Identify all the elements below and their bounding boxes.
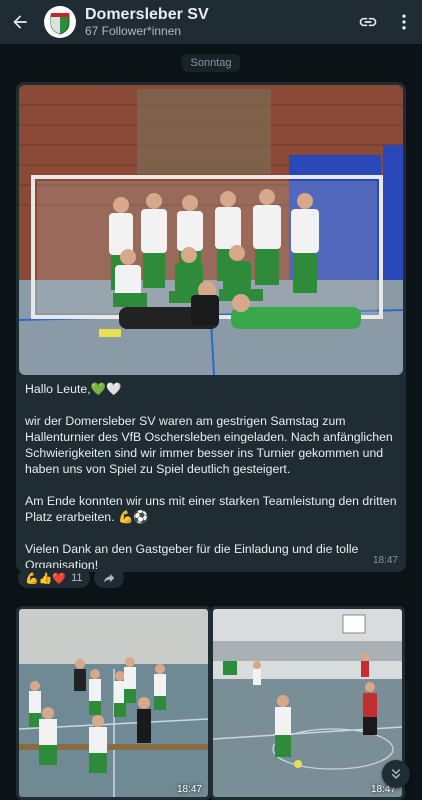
link-icon bbox=[359, 17, 377, 27]
match-photo[interactable]: 18:47 bbox=[16, 606, 211, 800]
double-chevron-down-icon bbox=[391, 769, 401, 779]
scroll-to-bottom-button[interactable] bbox=[382, 760, 410, 788]
arrow-left-icon bbox=[13, 15, 27, 29]
date-separator: Sonntag bbox=[181, 54, 241, 72]
share-link-button[interactable] bbox=[350, 0, 386, 44]
more-vertical-icon bbox=[402, 14, 406, 30]
more-options-button[interactable] bbox=[386, 0, 422, 44]
message-timestamp: 18:47 bbox=[372, 555, 398, 566]
forward-icon bbox=[103, 573, 114, 583]
channel-message[interactable]: Hallo Leute,💚🤍 wir der Domersleber SV wa… bbox=[16, 82, 406, 572]
team-photo[interactable] bbox=[19, 85, 403, 375]
channel-header: Domersleber SV 67 Follower*innen bbox=[0, 0, 422, 44]
reaction-count: 11 bbox=[71, 572, 83, 584]
match-photo[interactable]: 18:47 bbox=[210, 606, 405, 800]
back-button[interactable] bbox=[0, 0, 40, 44]
message-paragraph: wir der Domersleber SV waren am gestrige… bbox=[25, 414, 393, 476]
club-logo-icon bbox=[46, 8, 74, 36]
channel-info[interactable]: Domersleber SV 67 Follower*innen bbox=[85, 6, 350, 39]
message-paragraph: Am Ende konnten wir uns mit einer starke… bbox=[25, 494, 397, 524]
reaction-bar: 💪👍❤️ 11 bbox=[18, 568, 124, 588]
match-photo-image bbox=[19, 609, 208, 797]
team-photo-image bbox=[19, 85, 403, 375]
photo-timestamp: 18:47 bbox=[176, 784, 202, 795]
match-photo-image bbox=[213, 609, 402, 797]
channel-title: Domersleber SV bbox=[85, 5, 209, 23]
message-paragraph: Hallo Leute,💚🤍 bbox=[25, 382, 122, 396]
message-text: Hallo Leute,💚🤍 wir der Domersleber SV wa… bbox=[19, 375, 403, 573]
follower-count: 67 Follower*innen bbox=[85, 23, 182, 38]
reactions-button[interactable]: 💪👍❤️ 11 bbox=[18, 568, 90, 588]
avatar[interactable] bbox=[44, 6, 76, 38]
reaction-emojis: 💪👍❤️ bbox=[25, 572, 67, 585]
forward-button[interactable] bbox=[93, 568, 124, 588]
